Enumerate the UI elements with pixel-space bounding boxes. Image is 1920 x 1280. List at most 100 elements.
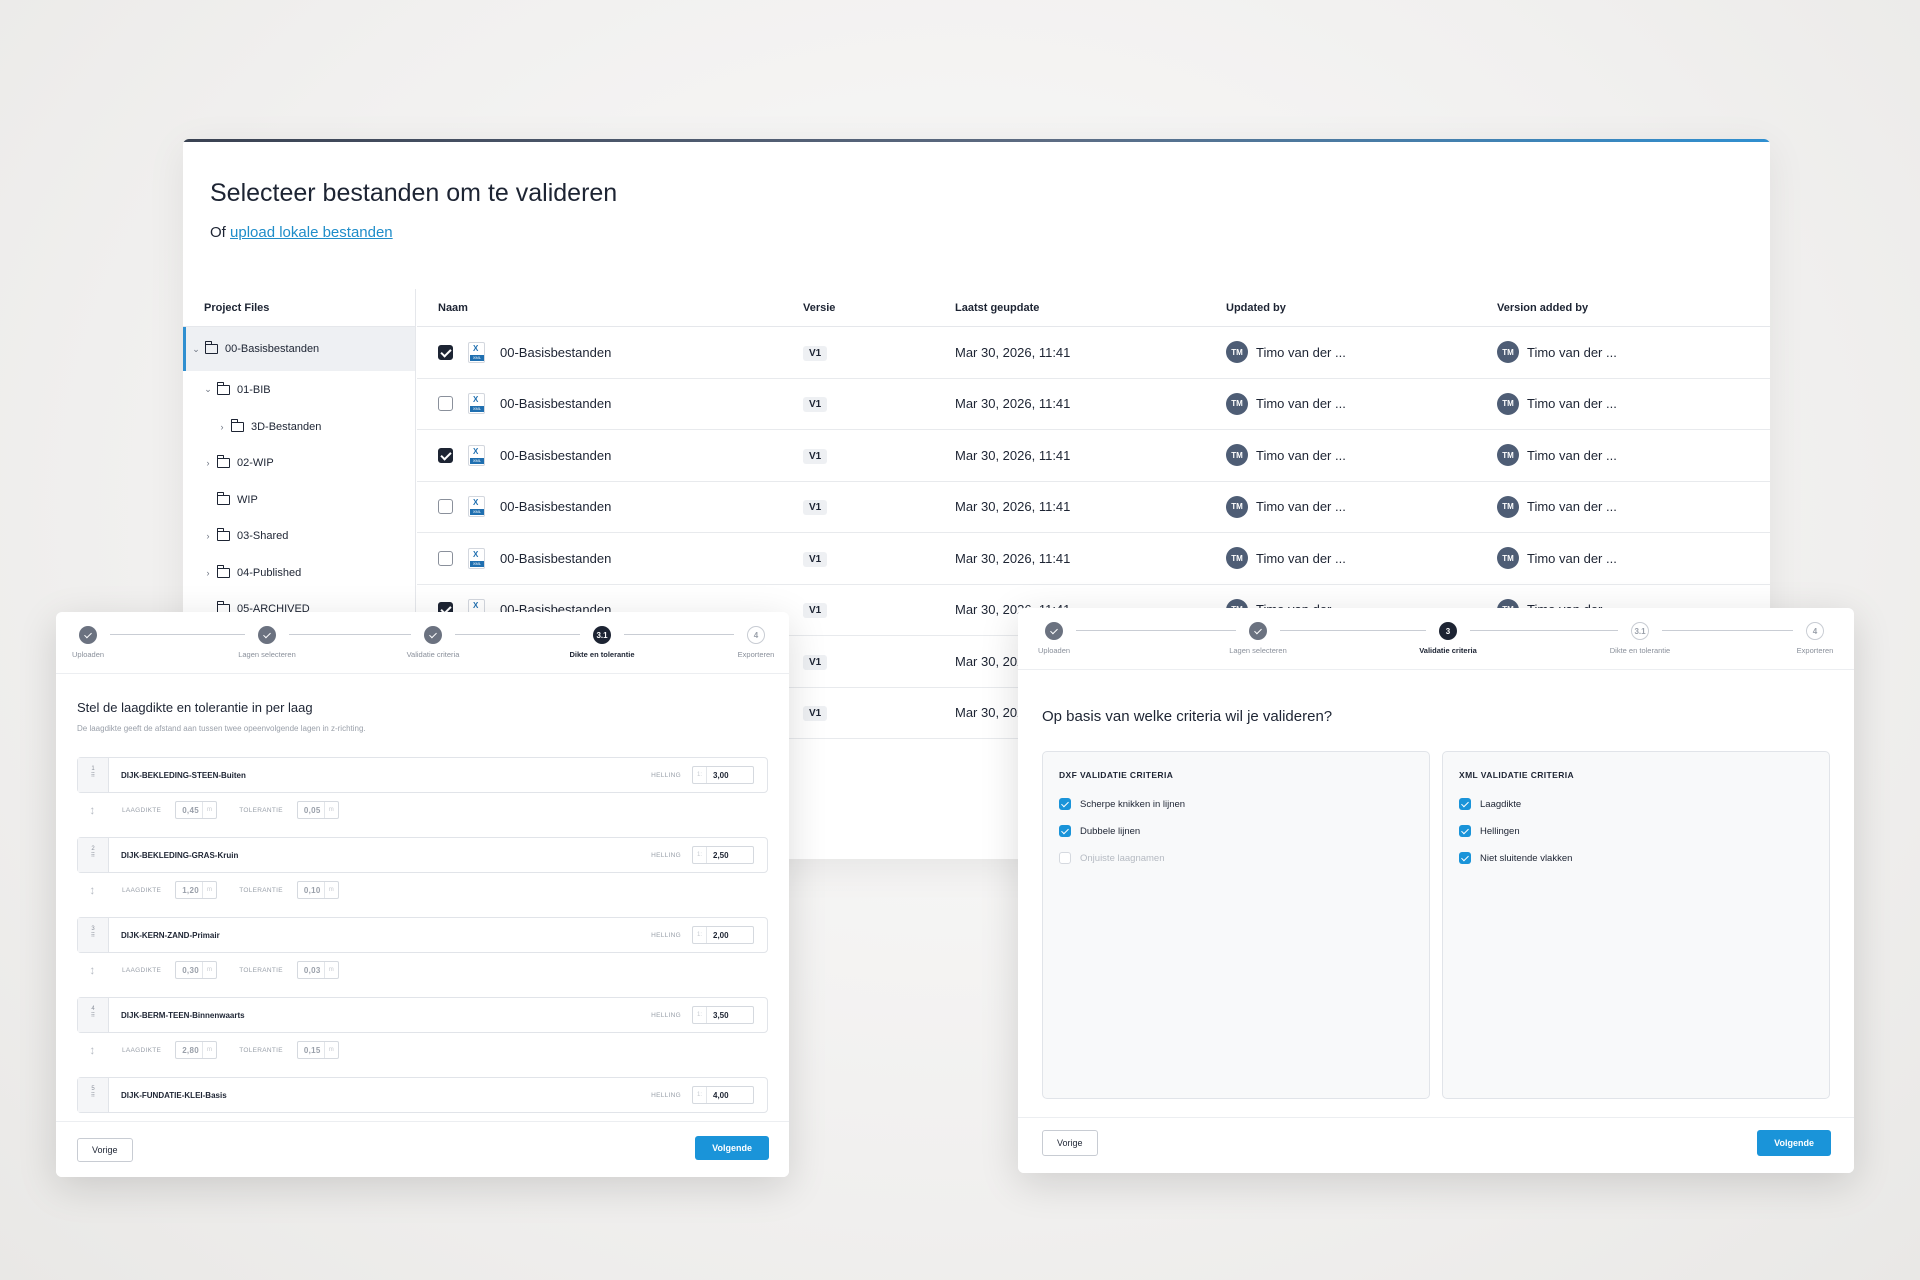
- criteria-option[interactable]: Onjuiste laagnamen: [1059, 852, 1165, 864]
- chevron-right-icon[interactable]: ›: [217, 422, 227, 432]
- vertical-arrows-icon: ↕: [89, 803, 96, 817]
- cell-name: 00-Basisbestanden: [417, 393, 803, 415]
- tree-item-wip[interactable]: WIP: [183, 481, 415, 518]
- step-uploaden[interactable]: Uploaden: [56, 626, 143, 659]
- tree-item-00-basisbestanden[interactable]: ⌄ 00-Basisbestanden: [183, 327, 415, 371]
- criteria-option[interactable]: Niet sluitende vlakken: [1459, 852, 1572, 864]
- criteria-option[interactable]: Dubbele lijnen: [1059, 825, 1140, 837]
- layer-row[interactable]: 5 ⠿ DIJK-FUNDATIE-KLEI-Basis HELLING 1: 4,00: [77, 1077, 768, 1113]
- slope-value: 3,50: [713, 1010, 729, 1020]
- table-row[interactable]: 00-Basisbestanden V1 Mar 30, 2026, 11:41 TM…: [417, 482, 1770, 533]
- option-checkbox[interactable]: [1059, 852, 1071, 864]
- cell-version: V1: [803, 704, 955, 722]
- tree-item-01-bib[interactable]: ⌄ 01-BIB: [183, 371, 415, 408]
- table-row[interactable]: 00-Basisbestanden V1 Mar 30, 2026, 11:41 TM…: [417, 430, 1770, 482]
- next-button[interactable]: Volgende: [695, 1136, 769, 1160]
- criteria-option[interactable]: Scherpe knikken in lijnen: [1059, 798, 1185, 810]
- row-checkbox[interactable]: [438, 499, 453, 515]
- panel-accent-bar: [183, 139, 1770, 142]
- layer-row[interactable]: 2 ⠿ DIJK-BEKLEDING-GRAS-Kruin HELLING 1: 2,50: [77, 837, 768, 873]
- column-header-added-by[interactable]: Version added by: [1497, 302, 1770, 314]
- table-row[interactable]: 00-Basisbestanden V1 Mar 30, 2026, 11:41 TM…: [417, 379, 1770, 430]
- layer-index: 1: [91, 766, 95, 772]
- avatar: TM: [1497, 444, 1519, 467]
- previous-button[interactable]: Vorige: [77, 1138, 133, 1162]
- column-header-updated-by[interactable]: Updated by: [1226, 302, 1497, 314]
- chevron-right-icon[interactable]: ›: [203, 531, 213, 541]
- layer-drag-handle[interactable]: 2 ⠿: [78, 838, 109, 872]
- chevron-right-icon[interactable]: ›: [203, 568, 213, 578]
- chevron-down-icon[interactable]: ⌄: [191, 344, 201, 355]
- step-lagen-selecteren[interactable]: Lagen selecteren: [1203, 622, 1313, 655]
- tolerance-input[interactable]: 0,03 m: [296, 961, 339, 979]
- tree-item-02-wip[interactable]: › 02-WIP: [183, 445, 415, 481]
- xml-criteria-panel: XML VALIDATIE CRITERIA Laagdikte Hellinge…: [1442, 751, 1830, 1099]
- layer-index: 3: [91, 926, 95, 932]
- step-dikte-en-tolerantie[interactable]: 3.1 Dikte en tolerantie: [1585, 622, 1695, 655]
- step-validatie-criteria[interactable]: 3 Validatie criteria: [1393, 622, 1503, 655]
- layer-drag-handle[interactable]: 4 ⠿: [78, 998, 109, 1032]
- option-checkbox[interactable]: [1459, 852, 1471, 864]
- layer-row[interactable]: 4 ⠿ DIJK-BERM-TEEN-Binnenwaarts HELLING 1: 3,…: [77, 997, 768, 1033]
- thickness-input[interactable]: 2,80 m: [175, 1041, 218, 1059]
- previous-button[interactable]: Vorige: [1042, 1130, 1098, 1156]
- option-checkbox[interactable]: [1459, 825, 1471, 837]
- version-badge: V1: [803, 448, 828, 464]
- tolerance-input[interactable]: 0,10 m: [296, 881, 339, 899]
- tree-item-label: WIP: [237, 493, 258, 506]
- option-checkbox[interactable]: [1459, 798, 1471, 810]
- layer-drag-handle[interactable]: 1 ⠿: [78, 758, 109, 792]
- layer-drag-handle[interactable]: 3 ⠿: [78, 918, 109, 952]
- folder-icon: [216, 381, 230, 395]
- slope-input[interactable]: 1: 2,50: [692, 846, 754, 864]
- layer-drag-handle[interactable]: 5 ⠿: [78, 1078, 109, 1112]
- thickness-input[interactable]: 1,20 m: [175, 881, 218, 899]
- step-lagen-selecteren[interactable]: Lagen selecteren: [212, 626, 322, 659]
- row-checkbox[interactable]: [438, 447, 453, 463]
- tree-item-04-published[interactable]: › 04-Published: [183, 554, 415, 591]
- tolerance-input[interactable]: 0,15 m: [296, 1041, 339, 1059]
- thickness-input[interactable]: 0,30 m: [175, 961, 218, 979]
- file-name: 00-Basisbestanden: [500, 550, 612, 566]
- step-label: Dikte en tolerantie: [1609, 646, 1671, 655]
- tree-item-3d-bestanden[interactable]: › 3D-Bestanden: [183, 408, 415, 445]
- slope-input[interactable]: 1: 2,00: [692, 926, 754, 944]
- next-button[interactable]: Volgende: [1757, 1130, 1831, 1156]
- slope-input[interactable]: 1: 3,00: [692, 766, 754, 784]
- option-checkbox[interactable]: [1059, 798, 1071, 810]
- version-badge: V1: [803, 345, 828, 361]
- step-uploaden[interactable]: Uploaden: [1018, 622, 1109, 655]
- step-validatie-criteria[interactable]: Validatie criteria: [378, 626, 488, 659]
- layer-row[interactable]: 3 ⠿ DIJK-KERN-ZAND-Primair HELLING 1: 2,00: [77, 917, 768, 953]
- row-checkbox[interactable]: [438, 396, 453, 412]
- step-exporteren[interactable]: 4 Exporteren: [701, 626, 789, 659]
- tolerance-input[interactable]: 0,05 m: [296, 801, 339, 819]
- row-checkbox[interactable]: [438, 550, 453, 566]
- table-row[interactable]: 00-Basisbestanden V1 Mar 30, 2026, 11:41 TM…: [417, 533, 1770, 585]
- tree-item-03-shared[interactable]: › 03-Shared: [183, 518, 415, 554]
- criteria-option[interactable]: Hellingen: [1459, 825, 1520, 837]
- layer-index: 4: [91, 1006, 95, 1012]
- criteria-option[interactable]: Laagdikte: [1459, 798, 1521, 810]
- row-checkbox[interactable]: [438, 344, 453, 360]
- layer-row[interactable]: 1 ⠿ DIJK-BEKLEDING-STEEN-Buiten HELLING 1: 3,…: [77, 757, 768, 793]
- step-label: Validatie criteria: [406, 650, 460, 659]
- column-header-updated[interactable]: Laatst geupdate: [955, 302, 1226, 314]
- column-header-version[interactable]: Versie: [803, 302, 955, 314]
- table-row[interactable]: 00-Basisbestanden V1 Mar 30, 2026, 11:41 TM…: [417, 327, 1770, 379]
- step-dikte-en-tolerantie[interactable]: 3.1 Dikte en tolerantie: [547, 626, 657, 659]
- upload-local-files-link[interactable]: upload lokale bestanden: [230, 224, 393, 241]
- dxf-criteria-panel: DXF VALIDATIE CRITERIA Scherpe knikken i…: [1042, 751, 1430, 1099]
- chevron-right-icon[interactable]: ›: [203, 458, 213, 468]
- step-marker: 3: [1439, 622, 1457, 640]
- thickness-input[interactable]: 0,45 m: [175, 801, 218, 819]
- option-checkbox[interactable]: [1059, 825, 1071, 837]
- column-header-name[interactable]: Naam: [417, 302, 803, 314]
- user-name: Timo van der ...: [1256, 499, 1346, 515]
- slope-prefix: 1:: [693, 927, 707, 943]
- xml-file-icon: [468, 547, 485, 569]
- step-exporteren[interactable]: 4 Exporteren: [1760, 622, 1854, 655]
- slope-input[interactable]: 1: 4,00: [692, 1086, 754, 1104]
- slope-input[interactable]: 1: 3,50: [692, 1006, 754, 1024]
- chevron-down-icon[interactable]: ⌄: [203, 384, 213, 395]
